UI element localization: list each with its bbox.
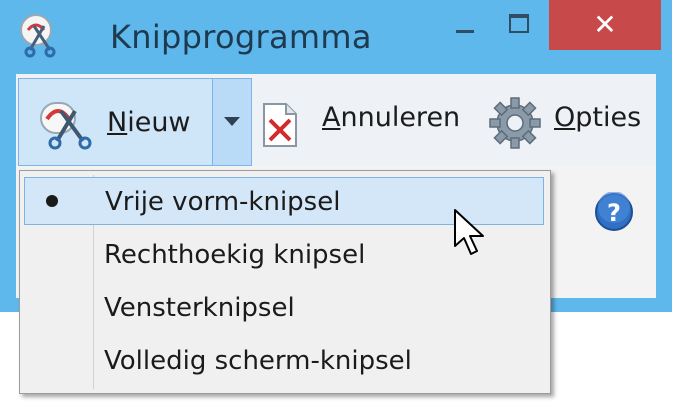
- scissors-icon: [40, 102, 92, 150]
- minimize-button[interactable]: [434, 0, 496, 50]
- maximize-button[interactable]: [488, 0, 550, 50]
- new-button[interactable]: Nieuw: [18, 78, 214, 166]
- document-x-icon[interactable]: [260, 102, 300, 148]
- selected-bullet-icon: [46, 195, 58, 207]
- new-button-label: Nieuw: [107, 107, 191, 138]
- options-button-label[interactable]: Opties: [554, 102, 641, 133]
- close-icon: ✕: [593, 8, 617, 41]
- window-title: Knipprogramma: [110, 18, 372, 56]
- mouse-pointer-icon: [454, 209, 484, 255]
- scissors-icon[interactable]: [16, 12, 62, 58]
- snipping-tool-window: Knipprogramma ✕ Nieuw Annuleren Opties ?…: [0, 0, 674, 409]
- title-bar[interactable]: Knipprogramma ✕: [0, 0, 672, 74]
- new-snip-menu: Vrije vorm-knipsel Rechthoekig knipsel V…: [19, 170, 551, 394]
- toolbar: Nieuw Annuleren Opties: [16, 74, 656, 167]
- chevron-down-icon: [224, 117, 240, 126]
- help-icon[interactable]: ?: [594, 192, 634, 232]
- svg-text:?: ?: [607, 199, 621, 227]
- cancel-button-label[interactable]: Annuleren: [322, 102, 460, 133]
- new-dropdown-button[interactable]: [212, 78, 252, 166]
- close-button[interactable]: ✕: [549, 0, 661, 50]
- menu-item-label: Vrije vorm-knipsel: [105, 187, 341, 217]
- menu-item-label: Vensterknipsel: [104, 293, 295, 323]
- gear-icon[interactable]: [488, 96, 542, 150]
- menu-item-full-screen-snip[interactable]: Volledig scherm-knipsel: [24, 337, 544, 385]
- menu-item-window-snip[interactable]: Vensterknipsel: [24, 284, 544, 332]
- menu-item-label: Volledig scherm-knipsel: [104, 346, 412, 376]
- menu-item-label: Rechthoekig knipsel: [104, 240, 366, 270]
